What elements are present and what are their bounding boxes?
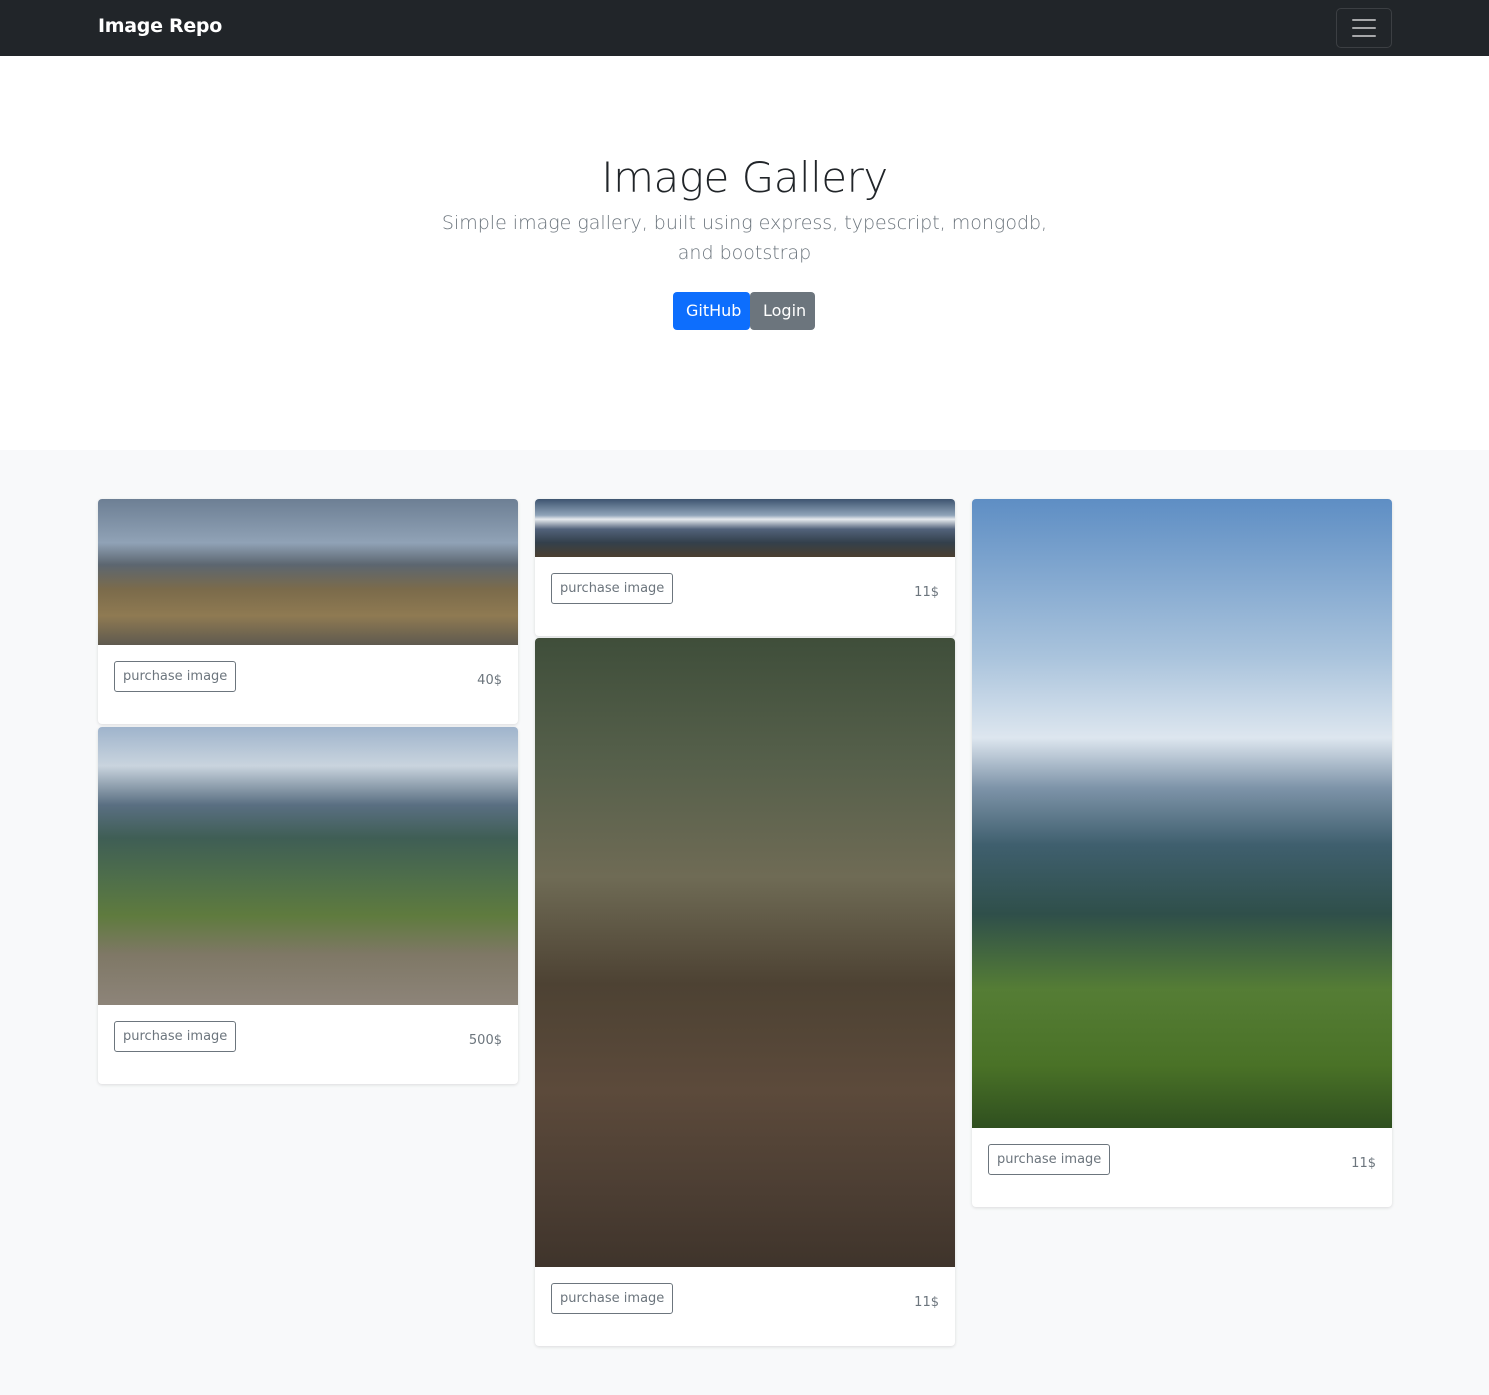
card-body: purchase image 500$ [98,1005,518,1084]
image-card: purchase image 500$ [98,727,518,1084]
page-subtitle: Simple image gallery, built using expres… [441,212,1048,264]
hero-button-group: GitHub Login [673,292,815,330]
image-card: purchase image 11$ [535,499,955,636]
purchase-image-button[interactable]: purchase image [988,1144,1111,1175]
price-label: 11$ [914,1295,939,1310]
page-title: Image Gallery [601,153,888,202]
card-body: purchase image 11$ [535,557,955,636]
gallery-image [98,727,518,1005]
hamburger-icon [1352,27,1376,29]
price-label: 500$ [468,1033,502,1048]
card-body: purchase image 11$ [972,1128,1392,1207]
gallery-image [972,499,1392,1128]
purchase-image-button[interactable]: purchase image [114,661,237,692]
card-body: purchase image 40$ [98,645,518,724]
purchase-image-button[interactable]: purchase image [551,573,674,604]
hamburger-icon [1352,35,1376,37]
gallery-image [98,499,518,645]
price-label: 40$ [477,673,502,688]
purchase-image-button[interactable]: purchase image [114,1021,237,1052]
login-button[interactable]: Login [750,292,815,330]
image-gallery: purchase image 40$ purchase image 500$ p… [0,450,1489,1395]
gallery-image [535,499,955,557]
gallery-image [535,638,955,1267]
image-card: purchase image 40$ [98,499,518,724]
navbar-toggler-button[interactable] [1336,8,1392,48]
card-body: purchase image 11$ [535,1267,955,1346]
image-card: purchase image 11$ [972,499,1392,1207]
price-label: 11$ [1351,1156,1376,1171]
github-button[interactable]: GitHub [673,292,750,330]
purchase-image-button[interactable]: purchase image [551,1283,674,1314]
navbar: Image Repo [0,0,1489,56]
price-label: 11$ [914,585,939,600]
hamburger-icon [1352,19,1376,21]
brand-link[interactable]: Image Repo [98,15,222,37]
image-card: purchase image 11$ [535,638,955,1346]
hero-section: Image Gallery Simple image gallery, buil… [0,56,1489,450]
